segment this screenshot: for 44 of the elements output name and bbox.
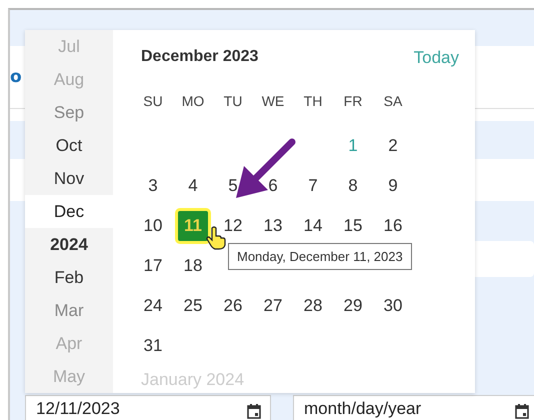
- day-cell[interactable]: 12: [224, 216, 242, 236]
- day-cell[interactable]: 31: [144, 336, 162, 356]
- day-cell[interactable]: 3: [148, 176, 158, 196]
- day-cell[interactable]: 2: [388, 136, 398, 156]
- date-field[interactable]: month/day/year: [293, 395, 534, 420]
- month-item[interactable]: Feb: [25, 261, 113, 294]
- day-cell[interactable]: 4: [188, 176, 198, 196]
- month-item[interactable]: Oct: [25, 129, 113, 162]
- day-cell[interactable]: 18: [184, 256, 202, 276]
- calendar-icon[interactable]: [247, 403, 261, 419]
- weekday-label: TH: [302, 92, 324, 111]
- day-cell[interactable]: 14: [304, 216, 322, 236]
- heading-text: o: [10, 67, 22, 87]
- weekday-label: WE: [260, 92, 286, 111]
- day-cell[interactable]: 26: [224, 296, 242, 316]
- calendar-icon[interactable]: [515, 403, 529, 419]
- day-cell[interactable]: 7: [308, 176, 318, 196]
- weekday-label: SA: [382, 92, 404, 111]
- day-cell[interactable]: 27: [264, 296, 282, 316]
- date-field[interactable]: 12/11/2023: [25, 395, 271, 420]
- day-cell[interactable]: 9: [388, 176, 398, 196]
- day-cell[interactable]: 10: [144, 216, 162, 236]
- weekday-label: MO: [180, 92, 206, 111]
- weekday-label: SU: [142, 92, 164, 111]
- month-item[interactable]: 2024: [25, 228, 113, 261]
- month-item[interactable]: Dec: [25, 195, 113, 228]
- day-cell[interactable]: 29: [344, 296, 362, 316]
- day-cell[interactable]: 17: [144, 256, 162, 276]
- month-title: December 2023: [141, 48, 258, 67]
- hand-cursor-icon: [206, 226, 226, 250]
- day-cell[interactable]: 5: [228, 176, 238, 196]
- month-item[interactable]: Nov: [25, 162, 113, 195]
- day-cell[interactable]: 6: [268, 176, 278, 196]
- day-cell[interactable]: 13: [264, 216, 282, 236]
- day-cell[interactable]: 8: [348, 176, 358, 196]
- weekday-label: TU: [222, 92, 244, 111]
- weekday-label: FR: [342, 92, 364, 111]
- day-cell[interactable]: 16: [384, 216, 402, 236]
- day-cell[interactable]: 25: [184, 296, 202, 316]
- day-cell[interactable]: 15: [344, 216, 362, 236]
- day-cell[interactable]: 30: [384, 296, 402, 316]
- day-cell[interactable]: 24: [144, 296, 162, 316]
- day-cell[interactable]: 28: [304, 296, 322, 316]
- date-tooltip: Monday, December 11, 2023: [228, 243, 412, 270]
